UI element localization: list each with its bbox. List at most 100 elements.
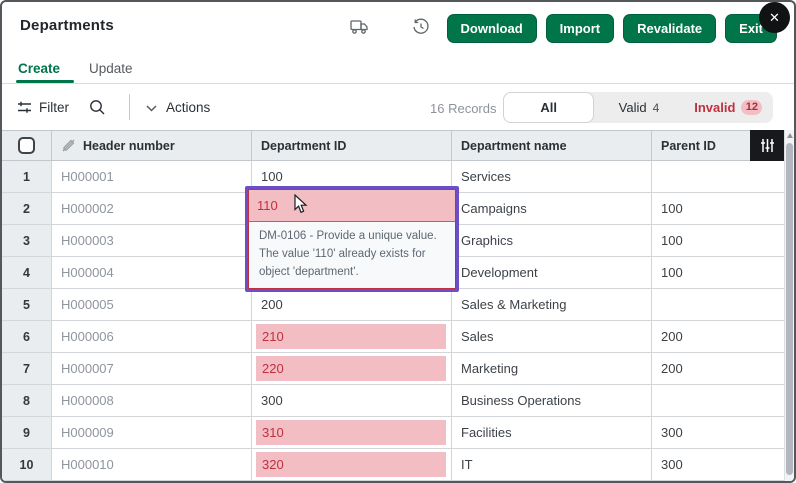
row-number: 9 (2, 417, 52, 448)
cell-parent-id[interactable]: 100 (652, 225, 784, 256)
column-department-id[interactable]: Department ID (252, 131, 452, 160)
tab-create[interactable]: Create (18, 61, 60, 76)
active-tab-underline (16, 80, 74, 83)
cell-department-name[interactable]: Sales (452, 321, 652, 352)
row-number: 7 (2, 353, 52, 384)
invalid-value-highlight: 310 (256, 420, 446, 445)
import-button[interactable]: Import (546, 14, 614, 43)
cell-department-name[interactable]: Facilities (452, 417, 652, 448)
cell-header-number[interactable]: H000003 (52, 225, 252, 256)
scrollbar-thumb[interactable] (786, 143, 793, 475)
segment-all[interactable]: All (503, 92, 594, 123)
cell-parent-id[interactable]: 200 (652, 353, 784, 384)
cell-header-number[interactable]: H000010 (52, 449, 252, 480)
cell-department-id[interactable]: 320 (252, 449, 452, 480)
cell-parent-id[interactable]: 300 (652, 417, 784, 448)
row-number: 4 (2, 257, 52, 288)
segment-valid-label: Valid (619, 100, 647, 115)
row-number: 6 (2, 321, 52, 352)
cell-department-name[interactable]: Graphics (452, 225, 652, 256)
cell-parent-id[interactable]: 200 (652, 321, 784, 352)
selected-cell-outline: 110 DM-0106 - Provide a unique value. Th… (245, 186, 459, 292)
tab-update[interactable]: Update (89, 61, 133, 76)
history-icon[interactable] (412, 18, 430, 36)
cell-department-name[interactable]: IT (452, 449, 652, 480)
truck-icon[interactable] (350, 19, 369, 35)
search-icon[interactable] (89, 99, 106, 116)
cell-department-name[interactable]: Campaigns (452, 193, 652, 224)
close-icon[interactable]: ✕ (759, 2, 790, 33)
cell-parent-id[interactable]: 100 (652, 257, 784, 288)
filter-icon[interactable] (17, 101, 34, 115)
row-number: 10 (2, 449, 52, 480)
cell-parent-id[interactable]: 100 (652, 193, 784, 224)
select-all-cell (2, 131, 52, 160)
cell-header-number[interactable]: H000001 (52, 161, 252, 192)
cell-department-id[interactable]: 300 (252, 385, 452, 416)
cell-parent-id[interactable] (652, 385, 784, 416)
cell-value: 300 (252, 393, 283, 408)
filter-button[interactable]: Filter (39, 100, 69, 115)
cell-header-number[interactable]: H000009 (52, 417, 252, 448)
download-button[interactable]: Download (447, 14, 537, 43)
cell-department-name[interactable]: Development (452, 257, 652, 288)
segment-valid[interactable]: Valid 4 (594, 92, 683, 123)
cell-department-id[interactable]: 220 (252, 353, 452, 384)
toolbar-divider (129, 94, 130, 120)
chevron-down-icon[interactable] (146, 105, 157, 112)
cell-department-name[interactable]: Business Operations (452, 385, 652, 416)
row-number: 8 (2, 385, 52, 416)
cell-department-id[interactable]: 200 (252, 289, 452, 320)
row-number: 3 (2, 225, 52, 256)
cell-department-name[interactable]: Marketing (452, 353, 652, 384)
table-row: 5 H000005 200 Sales & Marketing (2, 289, 784, 321)
row-number: 2 (2, 193, 52, 224)
page-title: Departments (20, 17, 114, 34)
table-row: 6 H000006 210 Sales 200 (2, 321, 784, 353)
invalid-value-highlight: 320 (256, 452, 446, 477)
header-buttons: Download Import Revalidate Exit (447, 14, 777, 43)
departments-window: Departments Download Import Revalidate E… (0, 0, 796, 483)
invalid-department-id-cell[interactable]: 110 (249, 190, 455, 222)
valid-count: 4 (653, 101, 660, 115)
cursor-icon (294, 194, 308, 214)
table-row: 8 H000008 300 Business Operations (2, 385, 784, 417)
cell-parent-id[interactable]: 300 (652, 449, 784, 480)
records-count: 16 Records (430, 101, 496, 116)
cell-parent-id[interactable] (652, 161, 784, 192)
segment-invalid-label: Invalid (694, 100, 735, 115)
segment-invalid[interactable]: Invalid 12 (684, 92, 773, 123)
column-label: Header number (83, 139, 175, 153)
cell-department-id[interactable]: 210 (252, 321, 452, 352)
revalidate-button[interactable]: Revalidate (623, 14, 716, 43)
select-all-checkbox[interactable] (18, 137, 35, 154)
invalid-value-highlight: 210 (256, 324, 446, 349)
actions-button[interactable]: Actions (166, 100, 210, 115)
invalid-cell-group: 110 DM-0106 - Provide a unique value. Th… (248, 189, 456, 289)
no-edit-icon (61, 138, 76, 153)
cell-header-number[interactable]: H000004 (52, 257, 252, 288)
tabs-divider (2, 83, 794, 84)
cell-department-name[interactable]: Sales & Marketing (452, 289, 652, 320)
table-row: 10 H000010 320 IT 300 (2, 449, 784, 481)
column-settings-icon[interactable] (750, 130, 784, 161)
vertical-scrollbar[interactable] (784, 130, 794, 481)
segment-all-label: All (540, 100, 557, 115)
cell-department-id[interactable]: 310 (252, 417, 452, 448)
cell-header-number[interactable]: H000007 (52, 353, 252, 384)
column-department-name[interactable]: Department name (452, 131, 652, 160)
column-header-number[interactable]: Header number (52, 131, 252, 160)
table-row: 9 H000009 310 Facilities 300 (2, 417, 784, 449)
cell-header-number[interactable]: H000006 (52, 321, 252, 352)
validity-filter: All Valid 4 Invalid 12 (503, 92, 773, 123)
cell-header-number[interactable]: H000005 (52, 289, 252, 320)
row-number: 5 (2, 289, 52, 320)
table-header: Header number Department ID Department n… (2, 130, 784, 161)
cell-parent-id[interactable] (652, 289, 784, 320)
cell-header-number[interactable]: H000002 (52, 193, 252, 224)
invalid-value-highlight: 220 (256, 356, 446, 381)
cell-header-number[interactable]: H000008 (52, 385, 252, 416)
scroll-up-icon[interactable] (787, 133, 793, 138)
cell-value: 100 (252, 169, 283, 184)
cell-department-name[interactable]: Services (452, 161, 652, 192)
